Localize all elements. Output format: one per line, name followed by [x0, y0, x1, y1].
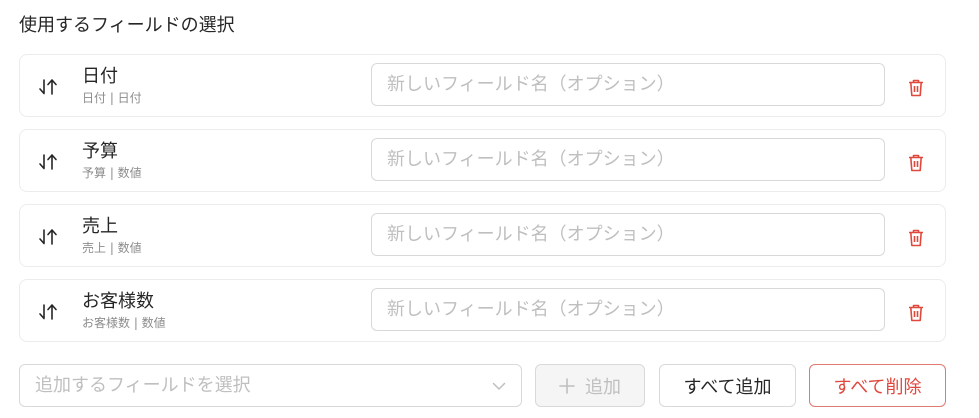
section-title: 使用するフィールドの選択: [19, 15, 235, 36]
field-name: お客様数: [82, 291, 154, 312]
field-type-label: お客様数 | 数値: [82, 316, 166, 330]
delete-all-button[interactable]: すべて削除: [809, 364, 946, 407]
field-type-label: 日付 | 日付: [82, 91, 142, 105]
add-field-button-label: 追加: [585, 376, 621, 398]
field-name: 予算: [82, 141, 118, 162]
field-type-label: 予算 | 数値: [82, 166, 142, 180]
delete-field-button[interactable]: [905, 152, 927, 174]
drag-sort-icon[interactable]: [38, 78, 58, 96]
trash-icon: [909, 154, 923, 172]
add-all-button[interactable]: すべて追加: [659, 364, 796, 407]
add-field-button[interactable]: 追加: [535, 364, 645, 407]
field-type-label: 売上 | 数値: [82, 241, 142, 255]
field-row: 予算 予算 | 数値: [19, 129, 946, 192]
rename-field-input[interactable]: [371, 63, 885, 106]
drag-sort-icon[interactable]: [38, 303, 58, 321]
drag-sort-icon[interactable]: [38, 228, 58, 246]
chevron-down-icon: [492, 382, 506, 390]
plus-icon: [559, 377, 575, 394]
add-field-select[interactable]: 追加するフィールドを選択: [19, 364, 522, 407]
field-row: 日付 日付 | 日付: [19, 54, 946, 117]
trash-icon: [909, 79, 923, 97]
field-row: お客様数 お客様数 | 数値: [19, 279, 946, 342]
rename-field-input[interactable]: [371, 288, 885, 331]
field-name: 売上: [82, 216, 118, 237]
add-field-select-placeholder: 追加するフィールドを選択: [35, 375, 251, 396]
delete-field-button[interactable]: [905, 227, 927, 249]
trash-icon: [909, 304, 923, 322]
delete-field-button[interactable]: [905, 77, 927, 99]
rename-field-input[interactable]: [371, 213, 885, 256]
delete-field-button[interactable]: [905, 302, 927, 324]
rename-field-input[interactable]: [371, 138, 885, 181]
field-name: 日付: [82, 66, 118, 87]
trash-icon: [909, 229, 923, 247]
drag-sort-icon[interactable]: [38, 153, 58, 171]
field-selection-panel: 使用するフィールドの選択 日付 日付 | 日付 予算 予算 | 数値: [0, 0, 979, 418]
field-row: 売上 売上 | 数値: [19, 204, 946, 267]
